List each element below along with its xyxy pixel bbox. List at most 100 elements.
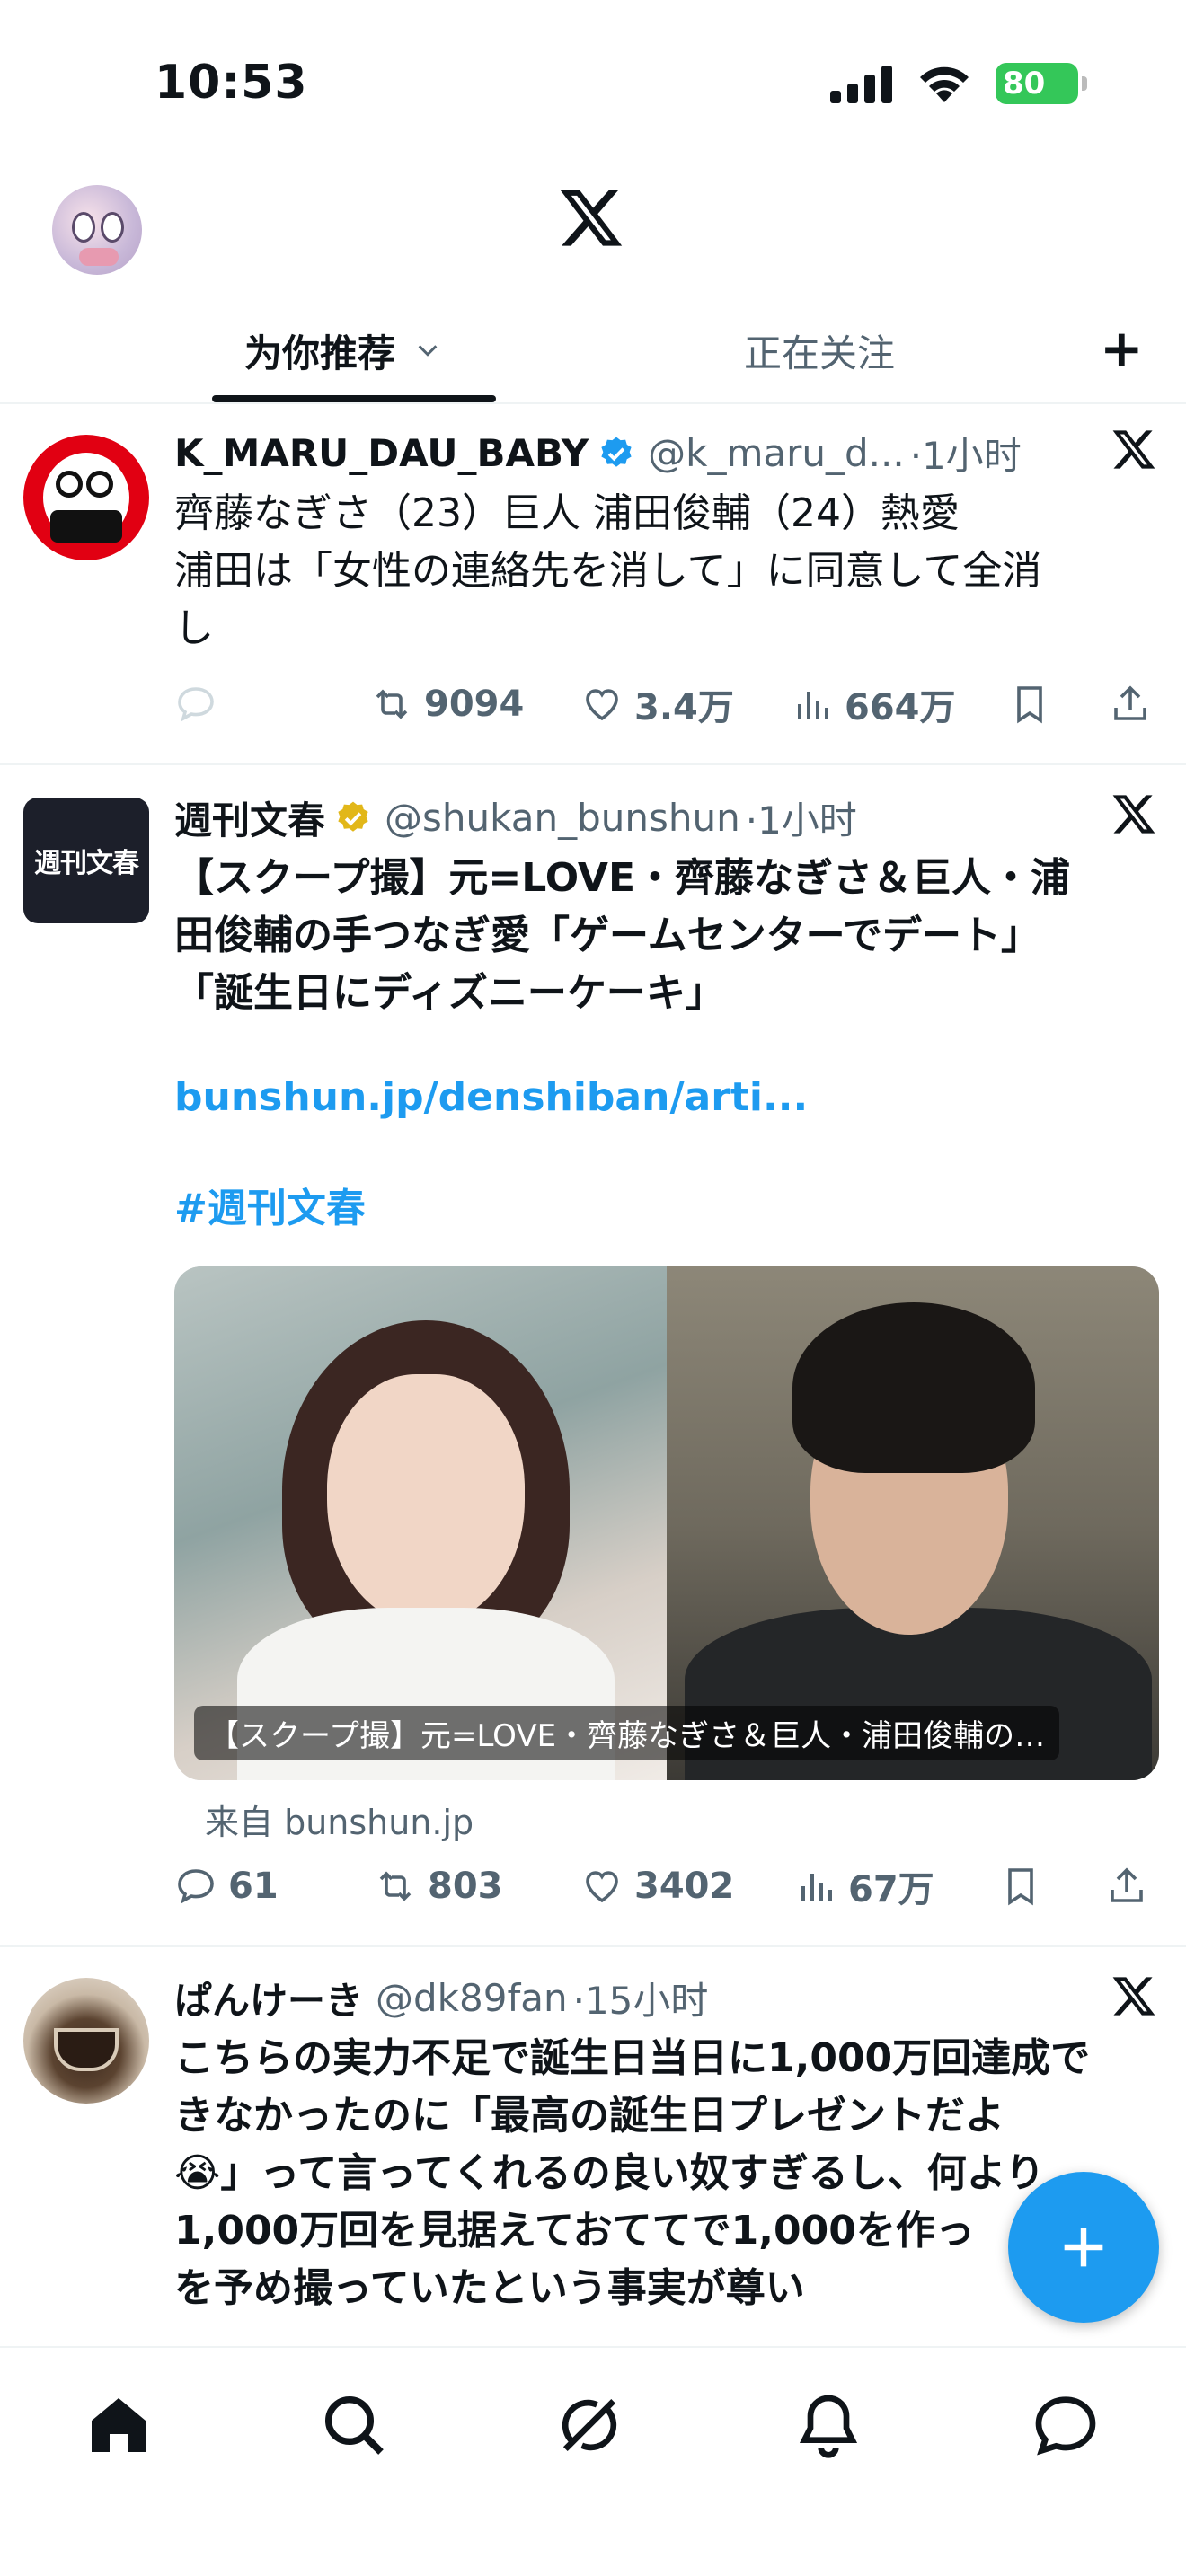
plus-icon bbox=[1064, 2228, 1103, 2267]
bookmark-button[interactable] bbox=[999, 1859, 1042, 1913]
share-button[interactable] bbox=[1105, 1859, 1148, 1913]
views-button[interactable]: 664万 bbox=[791, 677, 956, 731]
post-header: K_MARU_DAU_BABY @k_maru_d... ·1小时 bbox=[174, 426, 1022, 481]
grok-icon[interactable] bbox=[553, 2389, 625, 2461]
post-header: ぱんけーき @dk89fan ·15小时 bbox=[174, 1971, 708, 2025]
retweet-button[interactable]: 803 bbox=[374, 1859, 503, 1913]
author-name[interactable]: ぱんけーき bbox=[174, 1971, 363, 2025]
link-card-image[interactable]: 【スクープ撮】元=LOVE・齊藤なぎさ＆巨人・浦田俊輔の… bbox=[174, 1266, 1159, 1780]
link-source[interactable]: 来自 bunshun.jp bbox=[205, 1795, 474, 1844]
post-actions: 61 803 3402 67万 bbox=[174, 1859, 1163, 1913]
link-card-title: 【スクープ撮】元=LOVE・齊藤なぎさ＆巨人・浦田俊輔の… bbox=[194, 1706, 1060, 1760]
post-link[interactable]: bunshun.jp/denshiban/arti... bbox=[174, 1074, 808, 1120]
bottom-nav bbox=[0, 2346, 1186, 2576]
post-text-line: 田俊輔の手つなぎ愛「ゲームセンターでデート」 bbox=[174, 913, 1041, 958]
post-time: ·15小时 bbox=[572, 1979, 709, 2023]
post-text: 【スクープ撮】元=LOVE・齊藤なぎさ＆巨人・浦 田俊輔の手つなぎ愛「ゲームセン… bbox=[174, 850, 1145, 1022]
views-icon bbox=[798, 692, 828, 719]
heart-icon bbox=[586, 1871, 618, 1903]
tab-following-label: 正在关注 bbox=[744, 331, 896, 375]
retweet-count: 803 bbox=[428, 1866, 503, 1907]
views-button[interactable]: 67万 bbox=[794, 1859, 934, 1913]
search-icon[interactable] bbox=[318, 2389, 390, 2461]
reply-icon bbox=[178, 1869, 214, 1904]
retweet-count: 9094 bbox=[424, 684, 525, 725]
grok-x-icon[interactable] bbox=[1111, 426, 1157, 472]
post-hashtag-row: #週刊文春 bbox=[174, 1180, 1145, 1238]
reply-button[interactable]: 61 bbox=[174, 1859, 279, 1913]
timeline-tabs: 为你推荐 正在关注 + bbox=[0, 296, 1186, 404]
bookmark-button[interactable] bbox=[1008, 677, 1051, 731]
heart-icon bbox=[586, 689, 618, 721]
post-text-line: きなかったのに「最高の誕生日プレゼントだよ bbox=[174, 2093, 1005, 2139]
author-name[interactable]: K_MARU_DAU_BABY bbox=[174, 431, 589, 475]
tab-for-you[interactable]: 为你推荐 bbox=[244, 296, 440, 404]
app-screen: 10:53 80 为你推荐 正在关注 + K_MARU_DAU_BABY @k_… bbox=[0, 0, 1186, 2576]
verified-badge-icon bbox=[338, 801, 368, 832]
bookmark-icon bbox=[1008, 1868, 1033, 1906]
retweet-icon bbox=[379, 1871, 412, 1901]
author-handle[interactable]: @shukan_bunshun bbox=[385, 796, 740, 840]
post-time: ·1小时 bbox=[909, 434, 1022, 478]
grok-x-icon[interactable] bbox=[1111, 1972, 1157, 2019]
bookmark-icon bbox=[1017, 686, 1042, 724]
chevron-down-icon bbox=[418, 345, 438, 357]
author-handle[interactable]: @k_maru_d... bbox=[648, 431, 905, 475]
views-count: 67万 bbox=[848, 1869, 934, 1910]
signal-icon bbox=[830, 66, 892, 103]
home-icon[interactable] bbox=[83, 2389, 155, 2461]
x-logo-icon bbox=[560, 190, 623, 246]
post-actions: 9094 3.4万 664万 bbox=[174, 677, 1163, 731]
post-text-line: 「誕生日にディズニーケーキ」 bbox=[174, 970, 725, 1016]
post-author-avatar[interactable]: 週刊文春 bbox=[23, 798, 149, 923]
post-text-line: 齊藤なぎさ（23）巨人 浦田俊輔（24）熱愛 bbox=[174, 490, 960, 536]
post-author-avatar[interactable] bbox=[23, 435, 149, 560]
share-icon bbox=[1111, 1867, 1143, 1902]
status-bar: 10:53 80 bbox=[0, 0, 1186, 171]
like-count: 3.4万 bbox=[634, 687, 734, 728]
post-link-row: bunshun.jp/denshiban/arti... bbox=[174, 1069, 1145, 1126]
post-header: 週刊文春 @shukan_bunshun ·1小时 bbox=[174, 790, 857, 845]
verified-badge-icon bbox=[601, 437, 632, 467]
like-count: 3402 bbox=[634, 1866, 735, 1907]
reply-icon bbox=[178, 687, 214, 722]
retweet-icon bbox=[376, 689, 408, 719]
views-icon bbox=[801, 1874, 832, 1901]
battery-indicator: 80 bbox=[996, 63, 1087, 104]
post-2[interactable]: 週刊文春 週刊文春 @shukan_bunshun ·1小时 【スクープ撮】元=… bbox=[0, 765, 1186, 1947]
top-header bbox=[0, 171, 1186, 305]
share-button[interactable] bbox=[1109, 677, 1152, 731]
like-button[interactable]: 3.4万 bbox=[580, 677, 734, 731]
like-button[interactable]: 3402 bbox=[580, 1859, 734, 1913]
status-time: 10:53 bbox=[155, 56, 308, 110]
share-icon bbox=[1114, 685, 1146, 720]
post-author-avatar[interactable] bbox=[23, 1978, 149, 2104]
post-hashtag[interactable]: #週刊文春 bbox=[174, 1186, 366, 1231]
battery-level: 80 bbox=[1003, 66, 1046, 101]
tab-for-you-label: 为你推荐 bbox=[244, 331, 396, 375]
author-name[interactable]: 週刊文春 bbox=[174, 790, 325, 845]
photo-right bbox=[667, 1266, 1159, 1780]
messages-icon[interactable] bbox=[1030, 2389, 1102, 2461]
tab-following[interactable]: 正在关注 bbox=[744, 296, 895, 404]
wifi-icon bbox=[920, 66, 969, 102]
active-tab-indicator bbox=[212, 395, 496, 402]
post-time: ·1小时 bbox=[745, 798, 857, 842]
post-text-line: 浦田は「女性の連絡先を消して」に同意して全消 bbox=[174, 548, 1042, 594]
avatar-text: 週刊文春 bbox=[34, 848, 139, 879]
retweet-button[interactable]: 9094 bbox=[370, 677, 524, 731]
post-text-line: 😭」って言ってくれるの良い奴すぎるし、何より bbox=[174, 2150, 1045, 2196]
compose-button[interactable] bbox=[1008, 2172, 1159, 2323]
notifications-icon[interactable] bbox=[792, 2389, 864, 2461]
reply-count: 61 bbox=[228, 1866, 279, 1907]
post-text-line: こちらの実力不足で誕生日当日に1,000万回達成で bbox=[174, 2035, 1091, 2081]
post-3[interactable]: ぱんけーき @dk89fan ·15小时 こちらの実力不足で誕生日当日に1,00… bbox=[0, 1947, 1186, 2378]
reply-button[interactable] bbox=[174, 677, 217, 731]
post-text: 齊藤なぎさ（23）巨人 浦田俊輔（24）熱愛 浦田は「女性の連絡先を消して」に同… bbox=[174, 485, 1145, 657]
profile-avatar[interactable] bbox=[52, 185, 142, 275]
grok-x-icon[interactable] bbox=[1111, 790, 1157, 837]
photo-left bbox=[174, 1266, 667, 1780]
add-tab-button[interactable]: + bbox=[1100, 322, 1144, 375]
author-handle[interactable]: @dk89fan bbox=[376, 1976, 568, 2020]
post-1[interactable]: K_MARU_DAU_BABY @k_maru_d... ·1小时 齊藤なぎさ（… bbox=[0, 406, 1186, 765]
